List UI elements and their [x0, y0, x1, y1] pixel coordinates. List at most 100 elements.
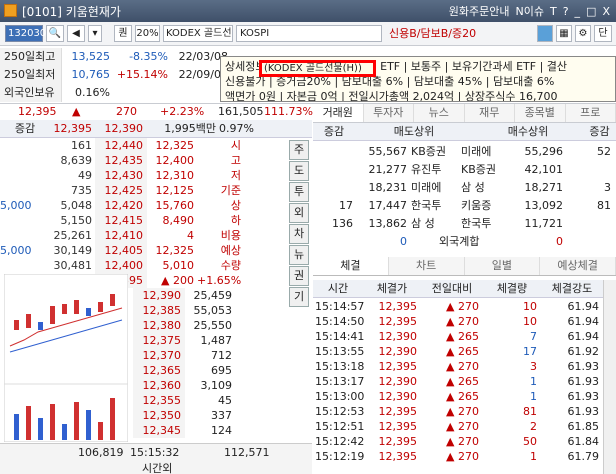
credit-status: 신용B/담보B/증20	[389, 27, 477, 40]
ask-info-value: 4	[187, 229, 194, 242]
side-button-foreign[interactable]: 외	[289, 203, 309, 223]
side-button-chart[interactable]: 차	[289, 224, 309, 244]
tick-row[interactable]: 15:13:55 12,390 ▲ 265 17 61.92	[313, 344, 603, 359]
ask-price[interactable]: 12,425	[95, 183, 147, 198]
bid-price[interactable]: 12,350	[133, 408, 185, 423]
ask-price[interactable]: 12,420	[95, 198, 147, 213]
side-button-rights[interactable]: 권	[289, 266, 309, 286]
side-button-sell[interactable]: 도	[289, 161, 309, 181]
search-icon[interactable]: 🔍	[46, 25, 64, 42]
maximize-button[interactable]: □	[586, 5, 596, 18]
tab-finance[interactable]: 재무	[464, 104, 515, 122]
order-side-buttons: 주 도 투 외 차 뉴 권 기	[289, 140, 311, 308]
tab-expected[interactable]: 예상체결	[540, 257, 616, 275]
ask-price[interactable]: 12,400	[95, 258, 147, 273]
side-button-order[interactable]: 주	[289, 140, 309, 160]
side-button-news[interactable]: 뉴	[289, 245, 309, 265]
broker-row[interactable]: 55,567 KB증권 미래에 55,296 52	[313, 143, 616, 160]
ask-row[interactable]: 25,261 12,410 4 비용	[0, 228, 312, 243]
tick-row[interactable]: 15:13:00 12,390 ▲ 265 1 61.93	[313, 389, 603, 404]
speaker-icon[interactable]: ◀	[67, 25, 85, 42]
ask-row[interactable]: 735 12,425 12,125 기준	[0, 183, 312, 198]
broker-row[interactable]: 21,277 유진투 KB증권 42,101	[313, 161, 616, 178]
ask-price[interactable]: 12,440	[95, 138, 147, 153]
tick-row[interactable]: 15:13:18 12,395 ▲ 270 3 61.93	[313, 359, 603, 374]
bid-qty: 712	[211, 349, 232, 362]
gear-icon[interactable]: ⚙	[575, 25, 591, 42]
news-issue-link[interactable]: N이슈	[516, 3, 544, 19]
tab-news[interactable]: 뉴스	[414, 104, 465, 122]
side-button-invest[interactable]: 투	[289, 182, 309, 202]
link-icon[interactable]	[537, 25, 553, 42]
price-bar: 12,395 ▲ 270 +2.23% 161,505 111.73%	[0, 104, 313, 120]
bid-price[interactable]: 12,345	[133, 423, 185, 438]
tab-broker[interactable]: 거래원	[313, 104, 364, 122]
ask-row[interactable]: 49 12,430 12,310 저	[0, 168, 312, 183]
tick-tabs: 체결 차트 일별 예상체결	[313, 257, 616, 276]
tick-scrollbar[interactable]	[603, 280, 616, 474]
grid-icon[interactable]: ▦	[556, 25, 572, 42]
tab-trades[interactable]: 체결	[313, 257, 389, 275]
bid-price[interactable]: 12,390	[133, 288, 185, 303]
tab-daily[interactable]: 일별	[464, 257, 541, 275]
tab-by-stock[interactable]: 종목별	[515, 104, 566, 122]
margin-rate-button[interactable]: 20%	[135, 25, 160, 42]
up-arrow-icon: ▲ 270	[446, 405, 479, 418]
tab-investor[interactable]: 투자자	[363, 104, 414, 122]
tick-row[interactable]: 15:12:19 12,395 ▲ 270 1 61.79	[313, 449, 603, 464]
tick-table: 15:14:57 12,395 ▲ 270 10 61.94 15:14:50 12,395…	[313, 299, 603, 464]
tick-row[interactable]: 15:14:41 12,390 ▲ 265 7 61.94	[313, 329, 603, 344]
ask-row[interactable]: 161 12,440 12,325 시	[0, 138, 312, 153]
dropdown-icon[interactable]: ▾	[88, 25, 102, 42]
broker-row[interactable]: 136 13,862 삼 성 한국투 11,721	[313, 215, 616, 232]
quant-button[interactable]: 퀀	[114, 25, 132, 42]
ask-qty: 161	[71, 139, 92, 152]
order-guide-link[interactable]: 원화주문안내	[449, 3, 510, 19]
ask-row[interactable]: 8,639 12,435 12,400 고	[0, 153, 312, 168]
tick-row[interactable]: 15:12:53 12,395 ▲ 270 81 61.93	[313, 404, 603, 419]
tick-row[interactable]: 15:12:42 12,395 ▲ 270 50 61.84	[313, 434, 603, 449]
bid-price[interactable]: 12,365	[133, 363, 185, 378]
ask-price[interactable]: 12,410	[95, 228, 147, 243]
ask-row[interactable]: 5,000 30,149 12,405 12,325 예상	[0, 243, 312, 258]
ask-qty: 49	[78, 169, 92, 182]
bid-price[interactable]: 12,380	[133, 318, 185, 333]
close-button[interactable]: X	[602, 5, 610, 18]
tick-row[interactable]: 15:12:51 12,395 ▲ 270 2 61.85	[313, 419, 603, 434]
tick-row[interactable]: 15:14:57 12,395 ▲ 270 10 61.94	[313, 299, 603, 314]
ask-price[interactable]: 12,430	[95, 168, 147, 183]
help-button[interactable]: ?	[563, 5, 569, 18]
bid-price[interactable]: 12,355	[133, 393, 185, 408]
ask-info-label: 하	[230, 214, 241, 227]
ask-row[interactable]: 5,150 12,415 8,490 하	[0, 213, 312, 228]
bid-price[interactable]: 12,385	[133, 303, 185, 318]
bid-price[interactable]: 12,375	[133, 333, 185, 348]
bid-price[interactable]: 12,360	[133, 378, 185, 393]
total-bid-volume: 112,571	[224, 446, 270, 459]
tick-row[interactable]: 15:14:50 12,395 ▲ 270 10 61.94	[313, 314, 603, 329]
tick-row[interactable]: 15:13:17 12,390 ▲ 265 1 61.93	[313, 374, 603, 389]
ask-info-label: 상	[230, 199, 241, 212]
ask-row[interactable]: 30,481 12,400 5,010 수량	[0, 258, 312, 273]
bid-qty: 55,053	[193, 304, 233, 317]
broker-row[interactable]: 18,231 미래에 삼 성 18,271 3	[313, 179, 616, 196]
broker-row[interactable]: 17 17,447 한국투 키움증 13,092 81	[313, 197, 616, 214]
side-button-institution[interactable]: 기	[289, 287, 309, 307]
tab-program[interactable]: 프로	[565, 104, 616, 122]
ask-price[interactable]: 12,405	[95, 243, 147, 258]
single-order-button[interactable]: 단	[594, 25, 612, 42]
tab-chart[interactable]: 차트	[388, 257, 465, 275]
text-size-button[interactable]: T	[550, 5, 557, 18]
ask-price[interactable]: 12,435	[95, 153, 147, 168]
ask-row[interactable]: 5,000 5,048 12,420 15,760 상	[0, 198, 312, 213]
up-arrow-icon: ▲ 270	[446, 420, 479, 433]
ask-change	[0, 228, 50, 243]
ask-price[interactable]: 12,415	[95, 213, 147, 228]
bid-price[interactable]: 12,370	[133, 348, 185, 363]
minimize-button[interactable]: _	[575, 5, 581, 18]
ask-info-value: 12,125	[155, 184, 195, 197]
stock-name-field[interactable]: KODEX 골드선	[163, 25, 233, 42]
footer-time: 15:15:32	[130, 446, 180, 459]
stock-code-input[interactable]: 132030	[5, 25, 46, 42]
ask-info-label: +1.65%	[197, 274, 242, 287]
